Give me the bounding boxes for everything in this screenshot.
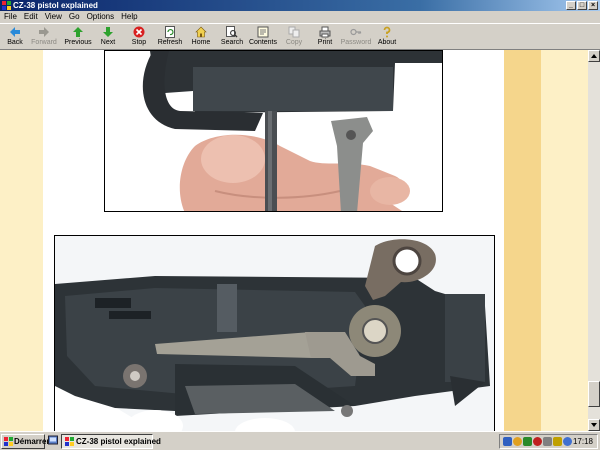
taskbar-window-button[interactable]: CZ-38 pistol explained xyxy=(61,434,161,449)
contents-label: Contents xyxy=(248,39,278,46)
clock: 17:18 xyxy=(572,437,593,446)
copy-label: Copy xyxy=(285,39,303,46)
previous-label: Previous xyxy=(64,39,92,46)
right-margin-band xyxy=(541,50,588,431)
messenger-icon[interactable] xyxy=(513,437,522,446)
right-band xyxy=(504,50,541,431)
scroll-down-button[interactable] xyxy=(588,419,600,431)
refresh-button[interactable]: Refresh xyxy=(153,25,187,50)
scroll-up-button[interactable] xyxy=(588,50,600,62)
app-icon xyxy=(65,437,74,446)
stop-icon xyxy=(133,26,145,38)
password-label: Password xyxy=(340,39,372,46)
print-button[interactable]: Print xyxy=(308,25,342,50)
menu-bar: File Edit View Go Options Help xyxy=(0,11,600,23)
home-icon xyxy=(195,26,207,38)
volume-icon[interactable] xyxy=(543,437,552,446)
home-label: Home xyxy=(191,39,211,46)
printer-icon xyxy=(319,26,331,38)
show-desktop-icon[interactable] xyxy=(48,435,58,446)
scroll-thumb[interactable] xyxy=(588,381,600,407)
back-arrow-icon xyxy=(10,27,20,37)
toolbar: Back Forward Previous Next Stop Refresh … xyxy=(0,23,600,50)
menu-options[interactable]: Options xyxy=(87,12,115,21)
forward-label: Forward xyxy=(31,39,57,46)
about-button[interactable]: About xyxy=(370,25,404,50)
copy-button[interactable]: Copy xyxy=(277,25,311,50)
forward-arrow-icon xyxy=(39,27,49,37)
trigger-photo xyxy=(104,50,443,212)
previous-button[interactable]: Previous xyxy=(61,25,95,50)
menu-go[interactable]: Go xyxy=(69,12,80,21)
next-button[interactable]: Next xyxy=(91,25,125,50)
start-button[interactable]: Démarrer xyxy=(1,434,50,449)
windows-logo-icon xyxy=(4,437,13,446)
forward-button[interactable]: Forward xyxy=(27,25,61,50)
menu-help[interactable]: Help xyxy=(121,12,137,21)
search-label: Search xyxy=(220,39,244,46)
close-button[interactable]: × xyxy=(588,1,598,10)
stop-label: Stop xyxy=(131,39,147,46)
mechanism-photo xyxy=(54,235,495,431)
security-icon[interactable] xyxy=(533,437,542,446)
search-icon xyxy=(226,26,238,38)
system-tray: 17:18 xyxy=(499,434,598,449)
contents-icon xyxy=(257,26,269,38)
menu-edit[interactable]: Edit xyxy=(24,12,38,21)
contents-button[interactable]: Contents xyxy=(246,25,280,50)
antivirus-icon[interactable] xyxy=(523,437,532,446)
content-area[interactable] xyxy=(0,50,588,431)
scroll-up-arrow-icon xyxy=(591,54,597,58)
search-button[interactable]: Search xyxy=(215,25,249,50)
menu-file[interactable]: File xyxy=(4,12,17,21)
taskbar-window-label: CZ-38 pistol explained xyxy=(76,437,161,446)
print-label: Print xyxy=(317,39,333,46)
left-margin-band xyxy=(0,50,43,431)
down-arrow-icon xyxy=(103,27,113,37)
copy-icon xyxy=(288,26,300,38)
minimize-button[interactable]: _ xyxy=(566,1,576,10)
password-button[interactable]: Password xyxy=(339,25,373,50)
window-title: CZ-38 pistol explained xyxy=(13,1,98,10)
scroll-down-arrow-icon xyxy=(591,423,597,427)
network-icon[interactable] xyxy=(503,437,512,446)
title-bar: CZ-38 pistol explained _ □ × xyxy=(0,0,600,11)
about-label: About xyxy=(377,39,397,46)
refresh-label: Refresh xyxy=(157,39,183,46)
tray-app-icon[interactable] xyxy=(553,437,562,446)
update-icon[interactable] xyxy=(563,437,572,446)
key-icon xyxy=(350,28,362,36)
up-arrow-icon xyxy=(73,27,83,37)
home-button[interactable]: Home xyxy=(184,25,218,50)
taskbar: Démarrer CZ-38 pistol explained 17:18 xyxy=(0,431,600,450)
app-icon xyxy=(2,1,11,10)
maximize-button[interactable]: □ xyxy=(577,1,587,10)
menu-view[interactable]: View xyxy=(45,12,62,21)
vertical-scrollbar[interactable] xyxy=(588,50,600,431)
next-label: Next xyxy=(100,39,116,46)
stop-button[interactable]: Stop xyxy=(122,25,156,50)
help-icon xyxy=(383,26,391,38)
refresh-icon xyxy=(165,26,175,38)
start-label: Démarrer xyxy=(14,437,50,446)
